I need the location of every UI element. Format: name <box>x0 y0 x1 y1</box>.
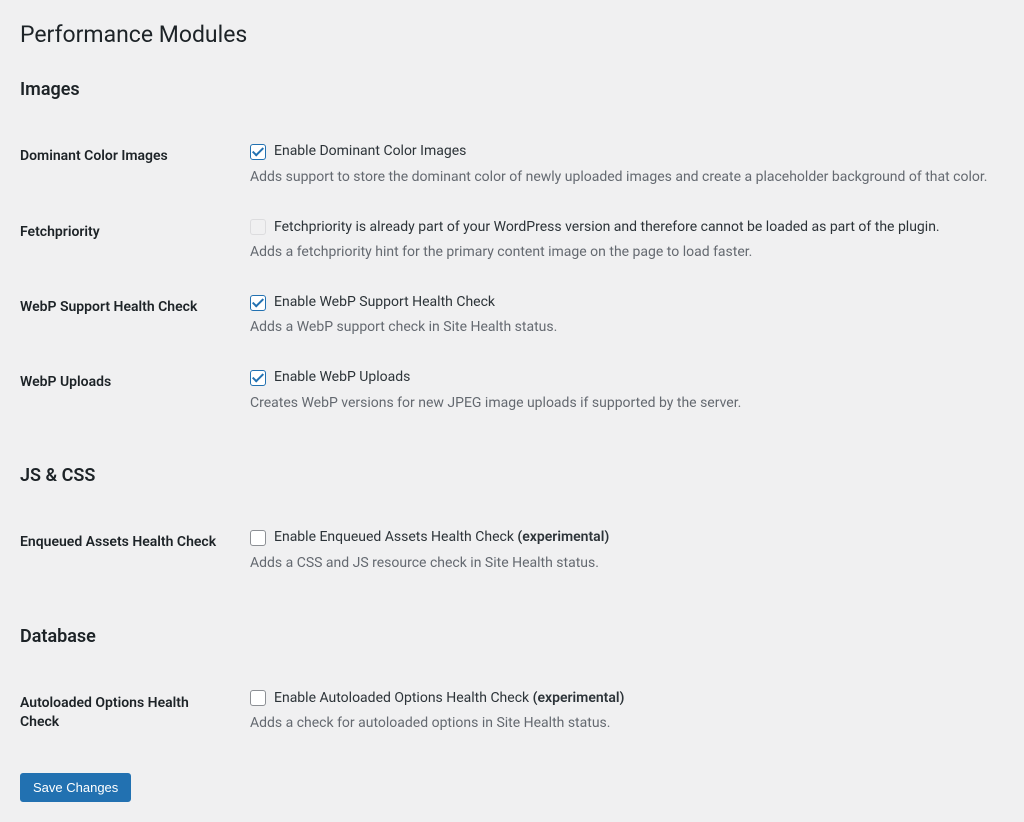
section-heading-jscss: JS & CSS <box>20 463 1004 488</box>
database-table: Autoloaded Options Health Check Enable A… <box>20 674 1004 753</box>
row-label-webp-health: WebP Support Health Check <box>20 278 240 353</box>
row-label-dominant-color: Dominant Color Images <box>20 127 240 202</box>
enqueued-assets-label-text: Enable Enqueued Assets Health Check <box>274 529 517 545</box>
row-label-webp-uploads: WebP Uploads <box>20 353 240 428</box>
autoloaded-label-text: Enable Autoloaded Options Health Check <box>274 690 533 706</box>
webp-health-checkbox[interactable] <box>250 295 266 311</box>
enqueued-assets-description: Adds a CSS and JS resource check in Site… <box>250 554 994 574</box>
jscss-table: Enqueued Assets Health Check Enable Enqu… <box>20 513 1004 588</box>
section-heading-images: Images <box>20 77 1004 102</box>
section-heading-database: Database <box>20 624 1004 649</box>
row-label-fetchpriority: Fetchpriority <box>20 203 240 278</box>
webp-uploads-checkbox[interactable] <box>250 370 266 386</box>
autoloaded-checkbox-label[interactable]: Enable Autoloaded Options Health Check (… <box>274 689 624 709</box>
row-label-autoloaded: Autoloaded Options Health Check <box>20 674 240 753</box>
enqueued-assets-experimental-tag: (experimental) <box>517 529 609 545</box>
enqueued-assets-checkbox[interactable] <box>250 530 266 546</box>
fetchpriority-description: Adds a fetchpriority hint for the primar… <box>250 243 994 263</box>
webp-health-description: Adds a WebP support check in Site Health… <box>250 318 994 338</box>
fetchpriority-checkbox-label: Fetchpriority is already part of your Wo… <box>274 218 940 238</box>
autoloaded-checkbox[interactable] <box>250 690 266 706</box>
webp-health-checkbox-label[interactable]: Enable WebP Support Health Check <box>274 293 495 313</box>
autoloaded-description: Adds a check for autoloaded options in S… <box>250 714 994 734</box>
dominant-color-description: Adds support to store the dominant color… <box>250 168 994 188</box>
enqueued-assets-checkbox-label[interactable]: Enable Enqueued Assets Health Check (exp… <box>274 528 609 548</box>
webp-uploads-checkbox-label[interactable]: Enable WebP Uploads <box>274 368 410 388</box>
save-changes-button[interactable]: Save Changes <box>20 773 131 802</box>
images-table: Dominant Color Images Enable Dominant Co… <box>20 127 1004 428</box>
dominant-color-checkbox-label[interactable]: Enable Dominant Color Images <box>274 142 466 162</box>
autoloaded-experimental-tag: (experimental) <box>533 690 625 706</box>
fetchpriority-checkbox <box>250 219 266 235</box>
dominant-color-checkbox[interactable] <box>250 144 266 160</box>
row-label-enqueued-assets: Enqueued Assets Health Check <box>20 513 240 588</box>
webp-uploads-description: Creates WebP versions for new JPEG image… <box>250 394 994 414</box>
page-title: Performance Modules <box>20 10 1004 55</box>
